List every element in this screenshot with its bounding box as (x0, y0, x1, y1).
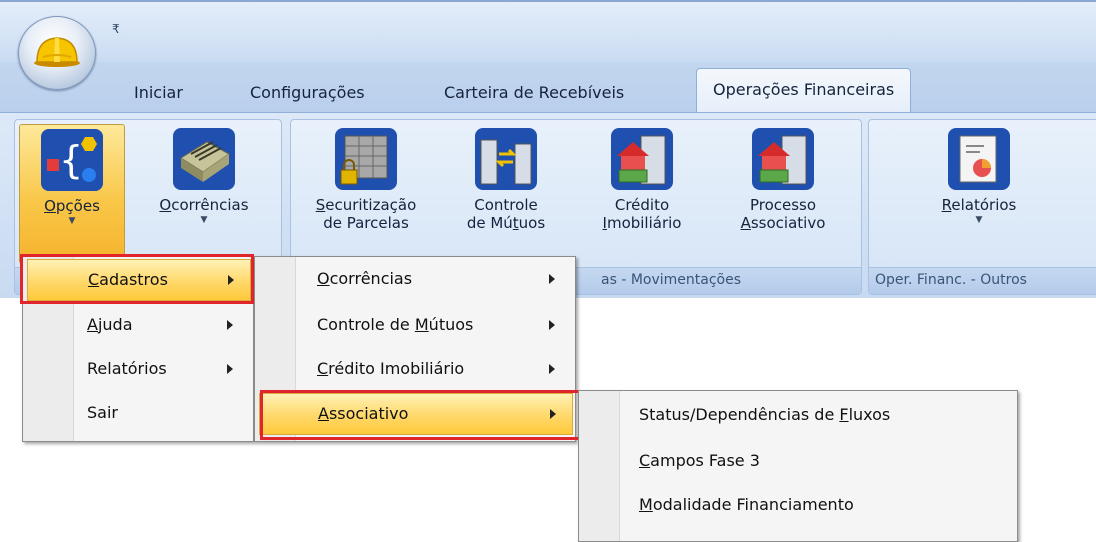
relatorios-menu-label: Relatórios (87, 359, 167, 378)
submenu-arrow-icon (228, 275, 234, 285)
submenu-arrow-icon (549, 274, 555, 284)
opcoes-accel: O (44, 197, 56, 215)
modalidade-accel: M (639, 495, 653, 514)
processo-associativo-accel: A (740, 214, 751, 232)
tab-carteira-de-recebiveis[interactable]: Carteira de Recebíveis (444, 80, 624, 110)
submenu-arrow-icon (549, 320, 555, 330)
quick-access-toolbar: ₹ (0, 0, 1096, 64)
cadastros-accel: C (88, 270, 100, 289)
group-label: Oper. Financ. - Outros (869, 267, 1096, 294)
customize-toolbar-button[interactable]: ₹ (112, 22, 120, 36)
tab-configuracoes[interactable]: Configurações (250, 80, 365, 110)
ocorrencias-button[interactable]: Ocorrências ▼ (139, 124, 269, 262)
svg-text:{: { (59, 138, 83, 182)
menu-item-status-dependencias-de-fluxos[interactable]: Status/Dependências de Fluxos (583, 395, 1013, 435)
campos-label: ampos Fase 3 (650, 451, 760, 470)
reports-icon (948, 128, 1010, 190)
controle-mutuos-button[interactable]: Controle de Mútuos (451, 124, 561, 232)
menu-item-sair[interactable]: Sair (27, 393, 249, 433)
menu-item-relatorios[interactable]: Relatórios (27, 349, 249, 389)
submenu-arrow-icon (227, 320, 233, 330)
credito-label: rédito Imobiliário (328, 359, 465, 378)
app-window: ₹ Iniciar Configurações Carteira de Rece… (0, 0, 1096, 542)
submenu-arrow-icon (549, 364, 555, 374)
associative-process-icon (752, 128, 814, 190)
credito-imobiliario-label-line2: mobiliário (606, 214, 682, 232)
ribbon-tabs: Iniciar Configurações Carteira de Recebí… (0, 62, 1096, 114)
status-accel: F (839, 405, 849, 424)
securitizacao-accel: S (315, 196, 326, 214)
ajuda-accel: A (87, 315, 98, 334)
real-estate-credit-icon (611, 128, 673, 190)
menu-item-modalidade-financiamento[interactable]: Modalidade Financiamento (583, 485, 1013, 525)
menu-item-controle-de-mutuos[interactable]: Controle de Mútuos (259, 305, 571, 345)
status-label: luxos (848, 405, 891, 424)
options-icon: { (41, 129, 103, 191)
controle-accel: M (414, 315, 429, 334)
application-menu-button[interactable] (18, 16, 96, 90)
controle-mutuos-label-line2b: uos (518, 214, 546, 232)
opcoes-menu: Cadastros Ajuda Relatórios Sair (22, 256, 254, 442)
cadastros-submenu: Ocorrências Controle de Mútuos Crédito I… (254, 256, 576, 442)
processo-associativo-label: Processo (749, 196, 817, 214)
processo-associativo-button[interactable]: Processo Associativo (721, 124, 845, 232)
loan-control-icon (475, 128, 537, 190)
credito-accel: C (317, 359, 329, 378)
controle-prefix: Controle de (317, 315, 415, 334)
group-outros: Oper. Financ. - Outros Relatórios ▼ (868, 119, 1096, 295)
submenu-arrow-icon (227, 364, 233, 374)
securitizacao-label-line2: de Parcelas (323, 214, 409, 232)
opcoes-button[interactable]: { Opções ▼ (19, 124, 125, 264)
relatorios-button[interactable]: Relatórios ▼ (919, 124, 1039, 225)
processo-associativo-label-line2: ssociativo (750, 214, 826, 232)
credito-imobiliario-button[interactable]: Crédito Imobiliário (587, 124, 697, 232)
ocorrencias-label: corrências (171, 196, 249, 214)
campos-accel: C (639, 451, 651, 470)
sair-label: Sair (87, 403, 118, 422)
menu-item-associativo[interactable]: Associativo (259, 393, 573, 435)
ajuda-label: juda (97, 315, 133, 334)
opcoes-label: pções (55, 197, 100, 215)
submenu-arrow-icon (550, 409, 556, 419)
menu-item-ajuda[interactable]: Ajuda (27, 305, 249, 345)
menu-item-ocorrencias[interactable]: Ocorrências (259, 259, 571, 299)
credito-imobiliario-label: Crédito (614, 196, 670, 214)
dropdown-arrow-icon: ▼ (975, 215, 983, 225)
menu-item-credito-imobiliario[interactable]: Crédito Imobiliário (259, 349, 571, 389)
securitization-icon (335, 128, 397, 190)
occurrences-icon (173, 128, 235, 190)
status-prefix: Status/Dependências de (639, 405, 840, 424)
controle-label: útuos (428, 315, 474, 334)
dropdown-arrow-icon: ▼ (200, 215, 208, 225)
ocorrencias-menu-accel: O (317, 269, 330, 288)
securitizacao-button[interactable]: Securitização de Parcelas (301, 124, 431, 232)
menu-item-campos-fase-3[interactable]: Campos Fase 3 (583, 441, 1013, 481)
ocorrencias-menu-label: corrências (329, 269, 413, 288)
relatorios-label: elatórios (951, 196, 1017, 214)
associativo-submenu: Status/Dependências de Fluxos Campos Fas… (578, 390, 1018, 542)
cadastros-label: adastros (99, 270, 168, 289)
associativo-label: ssociativo (328, 404, 409, 423)
associativo-accel: A (318, 404, 329, 423)
ocorrencias-accel: O (159, 196, 172, 214)
tab-operacoes-financeiras[interactable]: Operações Financeiras (696, 68, 912, 114)
menu-item-cadastros[interactable]: Cadastros (27, 259, 251, 301)
dropdown-arrow-icon: ▼ (68, 216, 76, 226)
relatorios-accel: R (941, 196, 952, 214)
securitizacao-label: ecuritização (325, 196, 417, 214)
modalidade-label: odalidade Financiamento (652, 495, 854, 514)
tab-iniciar[interactable]: Iniciar (134, 80, 183, 110)
controle-mutuos-label-line2a: de Mú (466, 214, 513, 232)
controle-mutuos-label: Controle (474, 196, 538, 214)
helmet-icon (34, 37, 80, 67)
